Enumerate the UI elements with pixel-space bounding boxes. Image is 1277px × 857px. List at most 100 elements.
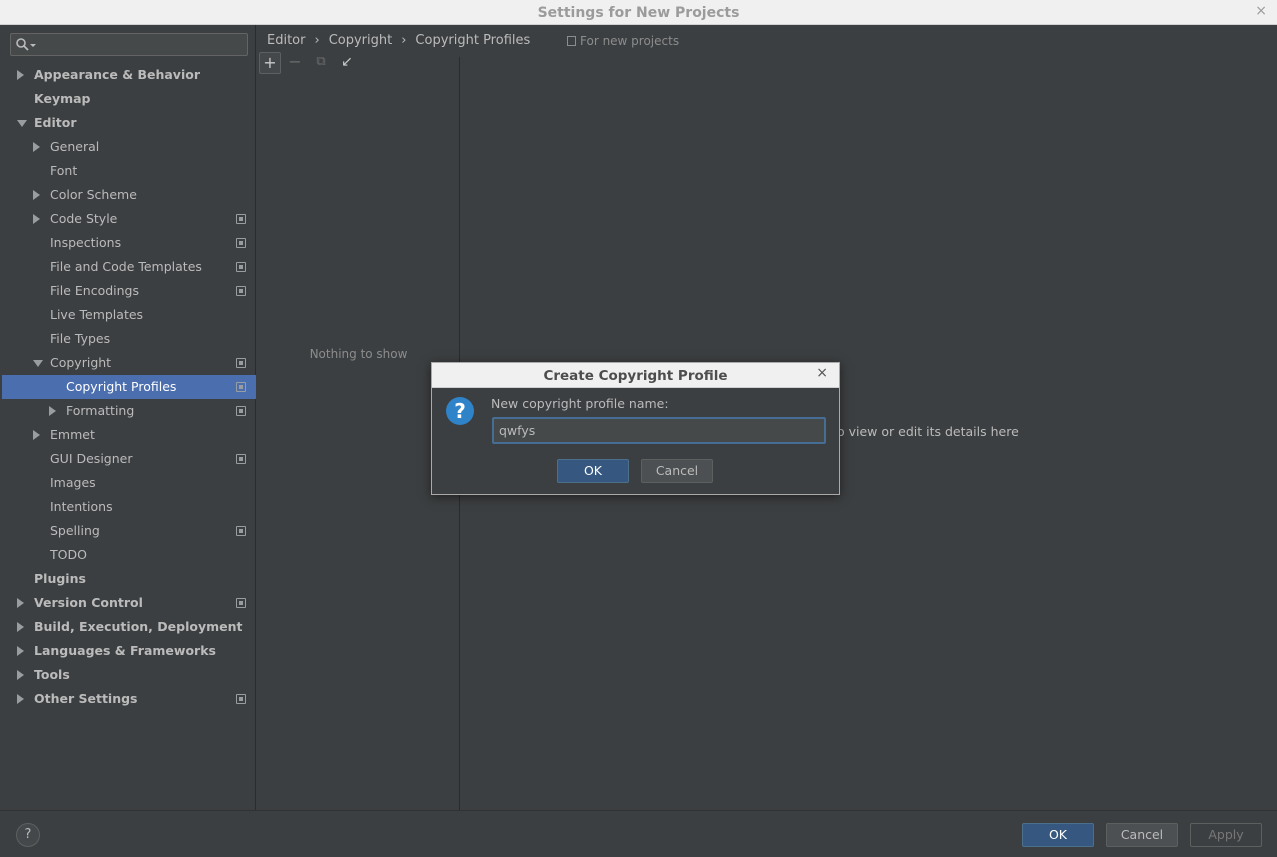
sidebar-item[interactable]: Appearance & Behavior [2, 63, 256, 87]
sidebar-item[interactable]: Formatting [2, 399, 256, 423]
project-scope-icon [236, 598, 246, 608]
collapsed-arrow-icon[interactable] [17, 622, 24, 632]
sidebar-item[interactable]: Intentions [2, 495, 256, 519]
sidebar-item-label: File Types [50, 331, 111, 346]
sidebar-item[interactable]: Copyright Profiles [2, 375, 256, 399]
collapsed-arrow-icon[interactable] [33, 214, 40, 224]
sidebar-item[interactable]: Other Settings [2, 687, 256, 711]
sidebar-item-label: TODO [50, 547, 87, 562]
sidebar-item[interactable]: Editor [2, 111, 256, 135]
profile-name-label: New copyright profile name: [491, 396, 669, 411]
sidebar-item[interactable]: TODO [2, 543, 256, 567]
sidebar-item-label: File Encodings [50, 283, 140, 298]
project-scope-icon [236, 262, 246, 272]
profiles-list[interactable]: Nothing to show [257, 57, 460, 810]
sidebar-item-label: Emmet [50, 427, 95, 442]
window-titlebar[interactable]: Settings for New Projects × [0, 0, 1277, 25]
sidebar-item[interactable]: Code Style [2, 207, 256, 231]
breadcrumb-item-copyright-profiles: Copyright Profiles [415, 33, 531, 48]
expanded-arrow-icon[interactable] [17, 120, 27, 127]
sidebar-item-label: Copyright [50, 355, 112, 370]
sidebar-item-label: Keymap [34, 91, 91, 106]
dialog-close-icon[interactable]: × [816, 365, 828, 381]
collapsed-arrow-icon[interactable] [33, 190, 40, 200]
sidebar-item[interactable]: File and Code Templates [2, 255, 256, 279]
sidebar-item-label: Editor [34, 115, 77, 130]
sidebar-item[interactable]: Plugins [2, 567, 256, 591]
create-copyright-profile-dialog: Create Copyright Profile × ? New copyrig… [431, 362, 840, 495]
dialog-title: Create Copyright Profile [543, 368, 728, 384]
sidebar-item[interactable]: Font [2, 159, 256, 183]
sidebar-item[interactable]: Spelling [2, 519, 256, 543]
settings-sidebar: Appearance & Behavior Keymap Editor General… [0, 25, 256, 810]
sidebar-item[interactable]: Version Control [2, 591, 256, 615]
collapsed-arrow-icon[interactable] [33, 142, 40, 152]
collapsed-arrow-icon[interactable] [49, 406, 56, 416]
project-scope-icon [236, 238, 246, 248]
sidebar-item-label: Inspections [50, 235, 122, 250]
search-icon[interactable] [15, 37, 39, 53]
sidebar-item-label: Plugins [34, 571, 86, 586]
project-scope-icon [236, 526, 246, 536]
project-scope-icon [236, 382, 246, 392]
empty-list-text: Nothing to show [309, 347, 408, 361]
sidebar-item[interactable]: File Encodings [2, 279, 256, 303]
project-scope-icon [236, 358, 246, 368]
breadcrumb-separator: › [314, 33, 320, 48]
sidebar-item-label: Other Settings [34, 691, 138, 706]
sidebar-item-label: Color Scheme [50, 187, 137, 202]
sidebar-item-label: Font [50, 163, 78, 178]
collapsed-arrow-icon[interactable] [33, 430, 40, 440]
sidebar-item-label: Images [50, 475, 96, 490]
project-scope-icon [236, 454, 246, 464]
settings-footer: ? OK Cancel Apply [0, 810, 1277, 857]
sidebar-item-label: Copyright Profiles [66, 379, 177, 394]
sidebar-item[interactable]: Inspections [2, 231, 256, 255]
settings-search-input[interactable] [39, 36, 244, 53]
collapsed-arrow-icon[interactable] [17, 646, 24, 656]
collapsed-arrow-icon[interactable] [17, 694, 24, 704]
dialog-cancel-button[interactable]: Cancel [641, 459, 713, 483]
sidebar-item[interactable]: General [2, 135, 256, 159]
expanded-arrow-icon[interactable] [33, 360, 43, 367]
dialog-titlebar[interactable]: Create Copyright Profile × [432, 363, 839, 388]
sidebar-item[interactable]: Emmet [2, 423, 256, 447]
sidebar-item[interactable]: Tools [2, 663, 256, 687]
scope-indicator: For new projects [567, 34, 679, 48]
help-button[interactable]: ? [16, 823, 40, 847]
sidebar-item-label: Build, Execution, Deployment [34, 619, 243, 634]
sidebar-item[interactable]: GUI Designer [2, 447, 256, 471]
sidebar-item[interactable]: Images [2, 471, 256, 495]
scope-label: For new projects [580, 34, 680, 48]
sidebar-item-label: Appearance & Behavior [34, 67, 200, 82]
window-close-icon[interactable]: × [1255, 3, 1267, 19]
ok-button[interactable]: OK [1022, 823, 1094, 847]
sidebar-item[interactable]: Color Scheme [2, 183, 256, 207]
sidebar-item[interactable]: Build, Execution, Deployment [2, 615, 256, 639]
project-scope-icon [567, 36, 576, 46]
sidebar-item-label: Spelling [50, 523, 100, 538]
breadcrumb-item-editor: Editor [267, 33, 306, 48]
dialog-ok-button[interactable]: OK [557, 459, 629, 483]
collapsed-arrow-icon[interactable] [17, 598, 24, 608]
settings-search-box[interactable] [10, 33, 248, 56]
sidebar-item[interactable]: File Types [2, 327, 256, 351]
collapsed-arrow-icon[interactable] [17, 70, 24, 80]
breadcrumb-separator: › [401, 33, 407, 48]
sidebar-item[interactable]: Keymap [2, 87, 256, 111]
sidebar-item-label: Live Templates [50, 307, 144, 322]
breadcrumb: Editor › Copyright › Copyright Profiles [267, 33, 530, 51]
settings-window: Settings for New Projects × Appearance &… [0, 0, 1277, 857]
profile-name-input[interactable] [492, 417, 826, 444]
sidebar-item-label: General [50, 139, 100, 154]
sidebar-item[interactable]: Copyright [2, 351, 256, 375]
sidebar-item[interactable]: Live Templates [2, 303, 256, 327]
project-scope-icon [236, 286, 246, 296]
project-scope-icon [236, 406, 246, 416]
sidebar-item-label: File and Code Templates [50, 259, 202, 274]
cancel-button[interactable]: Cancel [1106, 823, 1178, 847]
collapsed-arrow-icon[interactable] [17, 670, 24, 680]
sidebar-item[interactable]: Languages & Frameworks [2, 639, 256, 663]
apply-button[interactable]: Apply [1190, 823, 1262, 847]
sidebar-item-label: Formatting [66, 403, 135, 418]
